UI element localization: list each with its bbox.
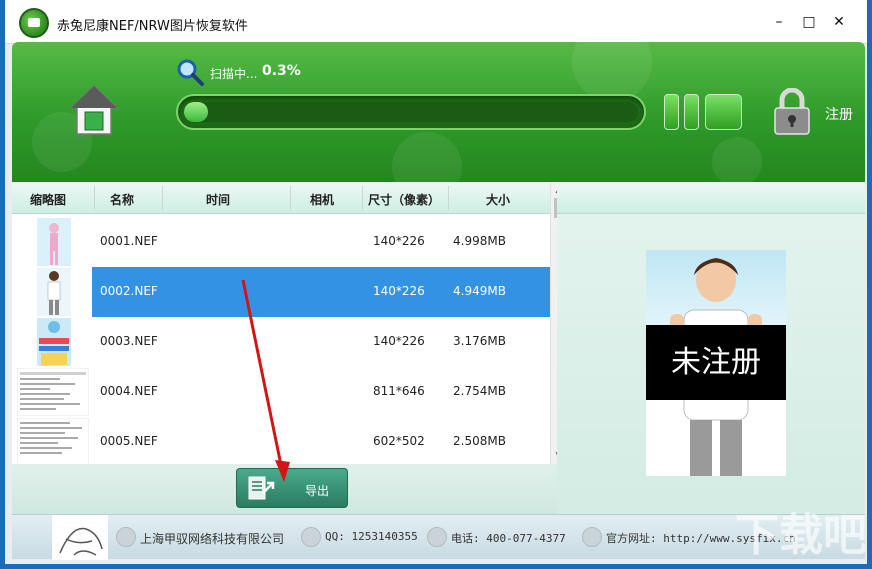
- export-label: 导出: [305, 484, 330, 498]
- scan-status-label: 扫描中...: [210, 67, 258, 81]
- column-divider: [290, 186, 291, 210]
- company-icon: [116, 527, 136, 547]
- progress-fill: [184, 102, 208, 122]
- phone-number: 电话: 400-077-4377: [451, 532, 566, 545]
- stop-button[interactable]: [705, 94, 742, 130]
- minimize-button[interactable]: –: [768, 12, 790, 32]
- unregistered-banner: 未注册: [646, 325, 786, 400]
- header-panel: 扫描中... 0.3% 注册: [12, 42, 865, 182]
- file-dimensions: 811*646: [373, 384, 425, 398]
- home-icon[interactable]: [69, 84, 119, 136]
- column-header-thumbnail[interactable]: 缩略图: [30, 191, 66, 208]
- scan-percent: 0.3%: [262, 63, 301, 79]
- company-logo: [52, 515, 108, 560]
- table-scrollbar[interactable]: ▲ ▼: [550, 182, 557, 464]
- thumbnail-image: [37, 218, 71, 266]
- column-header-dimensions[interactable]: 尺寸（像素）: [368, 191, 440, 208]
- file-dimensions: 140*226: [373, 234, 425, 248]
- export-button[interactable]: 导出: [236, 468, 348, 508]
- file-name: 0004.NEF: [100, 384, 158, 398]
- file-size: 2.754MB: [453, 384, 506, 398]
- watermark-logo: 下载吧: [735, 510, 865, 558]
- column-header-size[interactable]: 大小: [486, 191, 510, 208]
- maximize-button[interactable]: □: [798, 12, 820, 32]
- phone-icon: [427, 527, 447, 547]
- file-size: 3.176MB: [453, 334, 506, 348]
- app-window: 赤兔尼康NEF/NRW图片恢复软件 – □ ✕ 扫描中... 0.3% 注册 缩…: [0, 0, 872, 569]
- column-divider: [162, 186, 163, 210]
- preview-image: 未注册: [646, 250, 786, 476]
- column-divider: [94, 186, 95, 210]
- table-row-selected[interactable]: 0002.NEF 140*226 4.949MB: [12, 267, 550, 317]
- decorative-bubble: [572, 42, 652, 102]
- table-row[interactable]: 0003.NEF 140*226 3.176MB: [12, 317, 550, 367]
- file-size: 2.508MB: [453, 434, 506, 448]
- qq-icon: [301, 527, 321, 547]
- column-header-camera[interactable]: 相机: [310, 191, 334, 208]
- thumbnail-image: [37, 268, 71, 316]
- table-row[interactable]: 0004.NEF 811*646 2.754MB: [12, 367, 550, 417]
- pause-icon: [684, 94, 699, 130]
- column-divider: [448, 186, 449, 210]
- file-dimensions: 140*226: [373, 334, 425, 348]
- file-table: 缩略图 名称 时间 相机 尺寸（像素） 大小 0001.NEF 140*226 …: [12, 182, 557, 464]
- thumbnail-image: [17, 418, 89, 464]
- decorative-bubble: [712, 137, 762, 182]
- thumbnail-image: [37, 318, 71, 366]
- scan-progress-bar: [176, 94, 646, 130]
- file-size: 4.998MB: [453, 234, 506, 248]
- lock-icon[interactable]: [772, 88, 812, 136]
- pause-icon: [664, 94, 679, 130]
- qq-number[interactable]: QQ: 1253140355: [325, 530, 418, 543]
- file-size: 4.949MB: [453, 284, 506, 298]
- table-row[interactable]: 0005.NEF 602*502 2.508MB: [12, 417, 550, 464]
- file-dimensions: 602*502: [373, 434, 425, 448]
- column-divider: [362, 186, 363, 210]
- company-name: 上海甲驭网络科技有限公司: [140, 532, 285, 546]
- table-header: 缩略图 名称 时间 相机 尺寸（像素） 大小: [12, 182, 557, 214]
- file-name: 0001.NEF: [100, 234, 158, 248]
- globe-icon: [582, 527, 602, 547]
- search-icon: [177, 59, 204, 86]
- export-bar: 导出: [12, 464, 557, 514]
- preview-panel: 未注册: [557, 182, 865, 514]
- column-header-time[interactable]: 时间: [206, 191, 230, 208]
- file-dimensions: 140*226: [373, 284, 425, 298]
- thumbnail-image: [17, 368, 89, 416]
- svg-text:下载吧: 下载吧: [735, 510, 865, 558]
- progress-track: [184, 102, 638, 122]
- pause-button[interactable]: [664, 94, 701, 130]
- register-link[interactable]: 注册: [825, 104, 853, 124]
- column-header-name[interactable]: 名称: [110, 191, 134, 208]
- close-button[interactable]: ✕: [828, 12, 850, 32]
- window-title: 赤兔尼康NEF/NRW图片恢复软件: [57, 19, 248, 34]
- decorative-bubble: [392, 132, 462, 182]
- title-bar: 赤兔尼康NEF/NRW图片恢复软件 – □ ✕: [5, 0, 867, 44]
- preview-header: [557, 182, 865, 214]
- export-icon: [248, 476, 275, 500]
- file-name: 0005.NEF: [100, 434, 158, 448]
- file-name: 0002.NEF: [100, 284, 158, 298]
- file-name: 0003.NEF: [100, 334, 158, 348]
- app-logo-icon: [19, 8, 49, 38]
- table-row[interactable]: 0001.NEF 140*226 4.998MB: [12, 217, 550, 267]
